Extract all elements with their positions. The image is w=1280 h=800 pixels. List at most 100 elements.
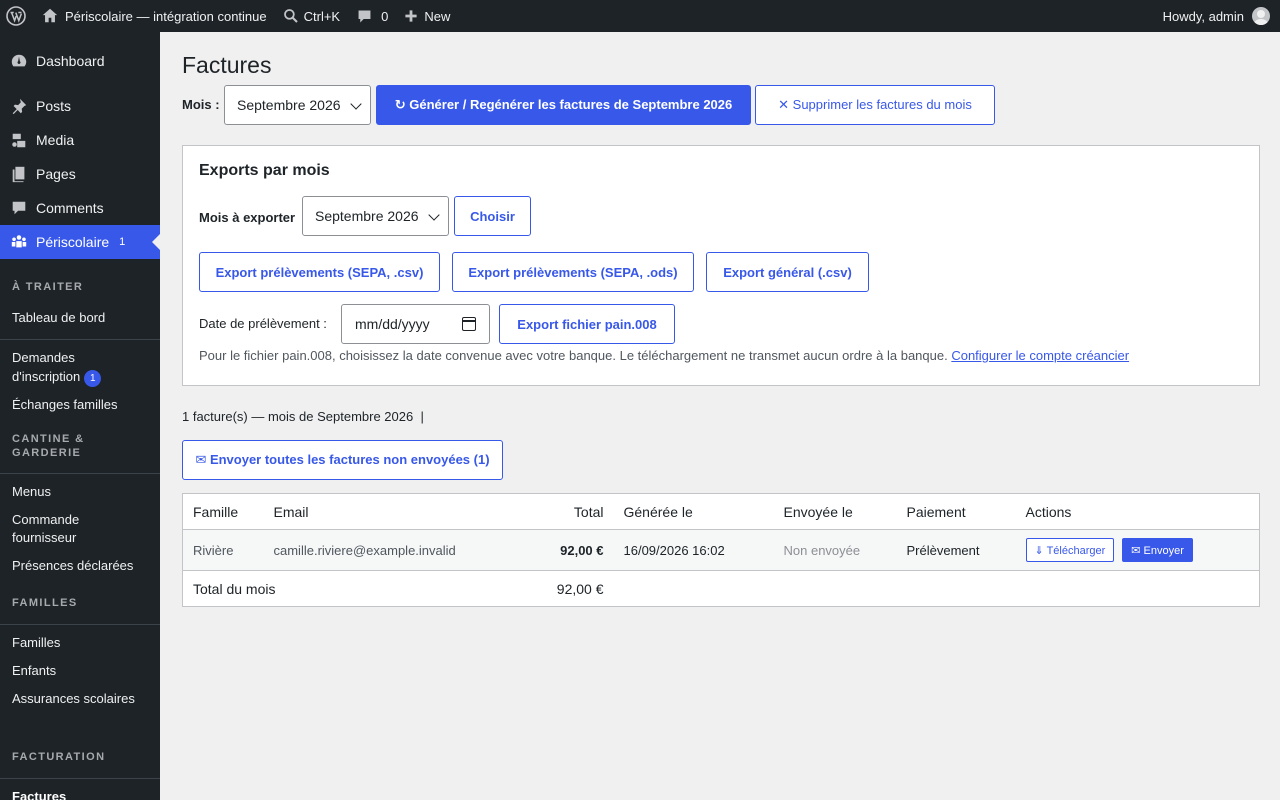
exports-title: Exports par mois: [199, 162, 330, 179]
cell-sent: Non envoyée: [773, 529, 897, 571]
submenu-familles[interactable]: Familles: [0, 634, 160, 652]
menu-label: Posts: [36, 98, 72, 114]
menu-label: Pages: [36, 166, 76, 182]
chevron-down-icon: [350, 98, 362, 110]
debit-date-input[interactable]: mm/dd/yyyy: [341, 304, 490, 344]
send-invoice-button[interactable]: ✉ Envoyer: [1122, 538, 1193, 562]
cell-total: 92,00 €: [503, 529, 614, 571]
cell-email: camille.riviere@example.invalid: [263, 529, 504, 571]
generate-invoices-button[interactable]: ↻ Générer / Regénérer les factures de Se…: [376, 85, 751, 125]
plus-icon: [405, 10, 417, 22]
page-title: Factures: [182, 52, 272, 78]
table-footer-row: Total du mois 92,00 €: [182, 570, 1260, 607]
month-label: Mois :: [182, 97, 220, 112]
column-header: Email: [263, 493, 504, 530]
menu-media[interactable]: Media: [0, 123, 160, 157]
export-help-text: Pour le fichier pain.008, choisissez la …: [199, 348, 1129, 363]
wordpress-logo-icon[interactable]: [0, 0, 33, 32]
column-header: Envoyée le: [773, 493, 897, 530]
export-sepa-ods-button[interactable]: Export prélèvements (SEPA, .ods): [452, 252, 694, 292]
comments-icon: [12, 201, 26, 215]
invoice-count-line: 1 facture(s) — mois de Septembre 2026 |: [182, 409, 424, 424]
export-general-button[interactable]: Export général (.csv): [706, 252, 869, 292]
column-header: Paiement: [896, 493, 1016, 530]
dashboard-gauge-icon: [11, 54, 27, 67]
debit-date-label: Date de prélèvement :: [199, 316, 327, 331]
export-pain008-button[interactable]: Export fichier pain.008: [499, 304, 675, 344]
comments-count: 0: [381, 8, 389, 24]
column-header: Générée le: [613, 493, 774, 530]
download-invoice-button[interactable]: ⇓ Télécharger: [1025, 538, 1115, 562]
groups-icon: [11, 235, 27, 248]
pushpin-icon: [12, 98, 27, 115]
menu-label: Comments: [36, 200, 104, 216]
date-placeholder: mm/dd/yyyy: [355, 316, 430, 332]
howdy-text: Howdy, admin: [1162, 8, 1244, 24]
cell-actions: ⇓ Télécharger ✉ Envoyer: [1015, 529, 1260, 571]
export-sepa-csv-button[interactable]: Export prélèvements (SEPA, .csv): [199, 252, 440, 292]
configure-creditor-link[interactable]: Configurer le compte créancier: [951, 348, 1129, 363]
site-name-link[interactable]: Périscolaire — intégration continue: [33, 0, 275, 32]
menu-label: Dashboard: [36, 53, 105, 69]
calendar-icon[interactable]: [462, 317, 476, 331]
section-a-traiter: À TRAITER: [12, 281, 84, 293]
section-cantine-garderie: CANTINE & GARDERIE: [0, 432, 160, 460]
submenu-factures[interactable]: Factures: [0, 788, 160, 800]
menu-periscolaire[interactable]: Périscolaire 1: [0, 225, 160, 259]
search-shortcut: Ctrl+K: [303, 8, 341, 24]
export-month-select[interactable]: Septembre 2026: [302, 196, 449, 236]
my-account[interactable]: Howdy, admin: [1163, 7, 1280, 25]
cell-famille: Rivière: [182, 529, 264, 571]
section-facturation: FACTURATION: [12, 751, 106, 763]
send-all-invoices-button[interactable]: ✉ Envoyer toutes les factures non envoyé…: [182, 440, 503, 480]
menu-count: 1: [119, 236, 126, 248]
cell-generated: 16/09/2026 16:02: [613, 529, 774, 571]
footer-label: Total du mois: [182, 570, 504, 607]
choose-month-button[interactable]: Choisir: [454, 196, 531, 236]
comments-link[interactable]: 0: [348, 0, 396, 32]
menu-posts[interactable]: Posts: [0, 89, 160, 123]
menu-comments[interactable]: Comments: [0, 191, 160, 225]
menu-dashboard[interactable]: Dashboard: [0, 44, 160, 78]
submenu-echanges-familles[interactable]: Échanges familles: [0, 396, 160, 414]
section-familles: FAMILLES: [12, 597, 78, 609]
exports-panel: Exports par mois Mois à exporter Septemb…: [182, 145, 1260, 386]
cell-payment: Prélèvement: [896, 529, 1016, 571]
invoices-table: Famille Email Total Générée le Envoyée l…: [182, 493, 1260, 607]
search-icon: [283, 9, 298, 23]
submenu-assurances[interactable]: Assurances scolaires: [0, 690, 160, 708]
section-label: CANTINE &: [12, 433, 85, 445]
submenu-enfants[interactable]: Enfants: [0, 662, 160, 680]
submenu-presences[interactable]: Présences déclarées: [0, 557, 160, 575]
export-month-value: Septembre 2026: [315, 208, 419, 224]
submenu-menus[interactable]: Menus: [0, 483, 160, 501]
submenu-commande-fournisseur[interactable]: Commande fournisseur: [0, 511, 160, 547]
table-row: Rivière camille.riviere@example.invalid …: [182, 529, 1260, 571]
menu-pages[interactable]: Pages: [0, 157, 160, 191]
command-search-button[interactable]: Ctrl+K: [275, 0, 348, 32]
submenu-label: fournisseur: [12, 530, 77, 545]
avatar: [1252, 7, 1270, 25]
submenu-demandes-inscription[interactable]: Demandes d'inscription 1: [0, 349, 160, 387]
menu-label: Périscolaire: [36, 234, 110, 250]
section-label: GARDERIE: [12, 447, 82, 459]
media-icon: [12, 133, 26, 148]
pages-icon: [12, 166, 25, 183]
column-header: Famille: [182, 493, 264, 530]
submenu-label: d'inscription: [12, 369, 81, 384]
footer-total: 92,00 €: [503, 570, 614, 607]
month-select[interactable]: Septembre 2026: [224, 85, 371, 125]
new-content-link[interactable]: New: [396, 0, 458, 32]
column-header: Actions: [1015, 493, 1260, 530]
home-icon: [42, 8, 58, 23]
admin-bar: Périscolaire — intégration continue Ctrl…: [0, 0, 1280, 32]
main-content: Factures Mois : Septembre 2026 ↻ Générer…: [160, 32, 1280, 800]
delete-invoices-button[interactable]: ✕ Supprimer les factures du mois: [755, 85, 995, 125]
pending-count-badge: 1: [84, 370, 102, 387]
month-select-value: Septembre 2026: [237, 97, 341, 113]
column-header: Total: [503, 493, 614, 530]
submenu-label: Demandes: [12, 350, 75, 365]
submenu-label: Commande: [12, 512, 80, 527]
submenu-tableau-de-bord[interactable]: Tableau de bord: [0, 309, 160, 327]
admin-sidebar: Dashboard Posts Media Pages Comments Pér…: [0, 32, 160, 800]
